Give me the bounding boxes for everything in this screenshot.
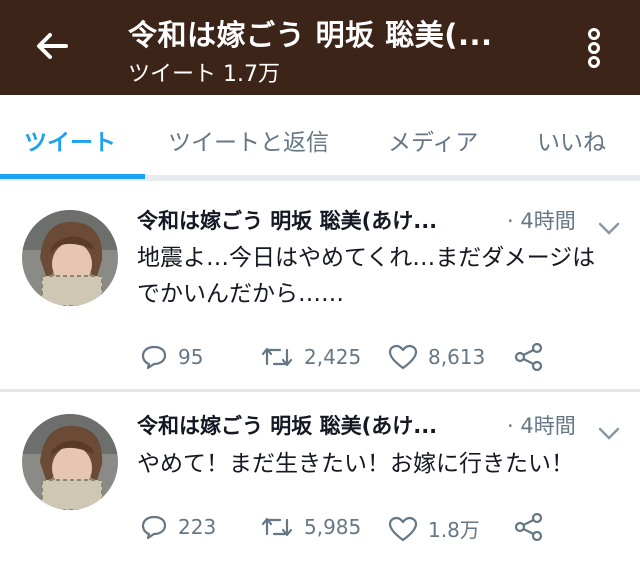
reply-count: 95 xyxy=(178,345,204,369)
share-icon xyxy=(514,343,543,371)
retweet-button[interactable]: 5,985 xyxy=(260,514,361,540)
tweet-author-name[interactable]: 令和は嫁ごう 明坂 聡美(あけ... xyxy=(137,410,437,440)
avatar[interactable] xyxy=(22,210,118,306)
retweet-button[interactable]: 2,425 xyxy=(260,344,361,370)
more-options-button[interactable] xyxy=(582,26,606,70)
retweet-count: 5,985 xyxy=(304,515,362,539)
heart-icon xyxy=(388,344,418,370)
tweet-count: ツイート 1.7万 xyxy=(128,62,280,87)
tweet-text: 地震よ…今日はやめてくれ…まだダメージはでかいんだから…… xyxy=(137,245,596,307)
chevron-down-icon xyxy=(598,222,620,235)
retweet-count: 2,425 xyxy=(304,345,362,369)
arrow-left-icon xyxy=(37,33,68,59)
tab-likes[interactable]: いいね xyxy=(537,123,606,157)
tab-tweets[interactable]: ツイート xyxy=(24,123,116,157)
tweet-text: やめて！まだ生きたい！お嫁に行きたい！ xyxy=(137,451,574,477)
tweet-menu-button[interactable] xyxy=(598,426,620,440)
share-icon xyxy=(514,513,543,541)
tab-tweets-and-replies[interactable]: ツイートと返信 xyxy=(168,123,329,157)
reply-button[interactable]: 95 xyxy=(140,344,203,370)
reply-bubble-icon xyxy=(141,515,167,540)
tweet-timestamp[interactable]: · 4時間 xyxy=(507,205,576,235)
back-button[interactable] xyxy=(30,26,74,66)
chevron-down-icon xyxy=(598,427,620,440)
retweet-icon xyxy=(261,517,293,537)
like-button[interactable]: 1.8万 xyxy=(388,514,480,543)
reply-count: 223 xyxy=(178,515,217,539)
reply-bubble-icon xyxy=(141,345,167,370)
profile-tabs: ツイート ツイートと返信 メディア いいね xyxy=(0,95,640,181)
tweet-timestamp[interactable]: · 4時間 xyxy=(507,410,576,440)
avatar-photo xyxy=(22,210,118,306)
profile-header: 令和は嫁ごう 明坂 聡美(... ツイート 1.7万 xyxy=(0,0,640,95)
tweet-author-name[interactable]: 令和は嫁ごう 明坂 聡美(あけ... xyxy=(137,205,437,235)
share-button[interactable] xyxy=(514,513,544,541)
like-count: 8,613 xyxy=(428,345,486,369)
profile-name-title: 令和は嫁ごう 明坂 聡美(... xyxy=(128,18,493,52)
like-count: 1.8万 xyxy=(428,518,480,542)
share-button[interactable] xyxy=(514,343,544,371)
avatar[interactable] xyxy=(22,414,118,510)
vertical-dots-icon xyxy=(588,28,600,68)
like-button[interactable]: 8,613 xyxy=(388,344,485,370)
active-tab-indicator xyxy=(0,174,145,179)
avatar-photo xyxy=(22,414,118,510)
tweet-item[interactable]: 令和は嫁ごう 明坂 聡美(あけ... · 4時間 地震よ…今日はやめてくれ…まだ… xyxy=(0,187,640,389)
reply-button[interactable]: 223 xyxy=(140,514,216,540)
retweet-icon xyxy=(261,347,293,367)
heart-icon xyxy=(388,516,418,541)
tweet-item[interactable]: 令和は嫁ごう 明坂 聡美(あけ... · 4時間 やめて！まだ生きたい！お嫁に行… xyxy=(0,392,640,575)
tab-media[interactable]: メディア xyxy=(388,123,478,157)
tweet-menu-button[interactable] xyxy=(598,221,620,235)
